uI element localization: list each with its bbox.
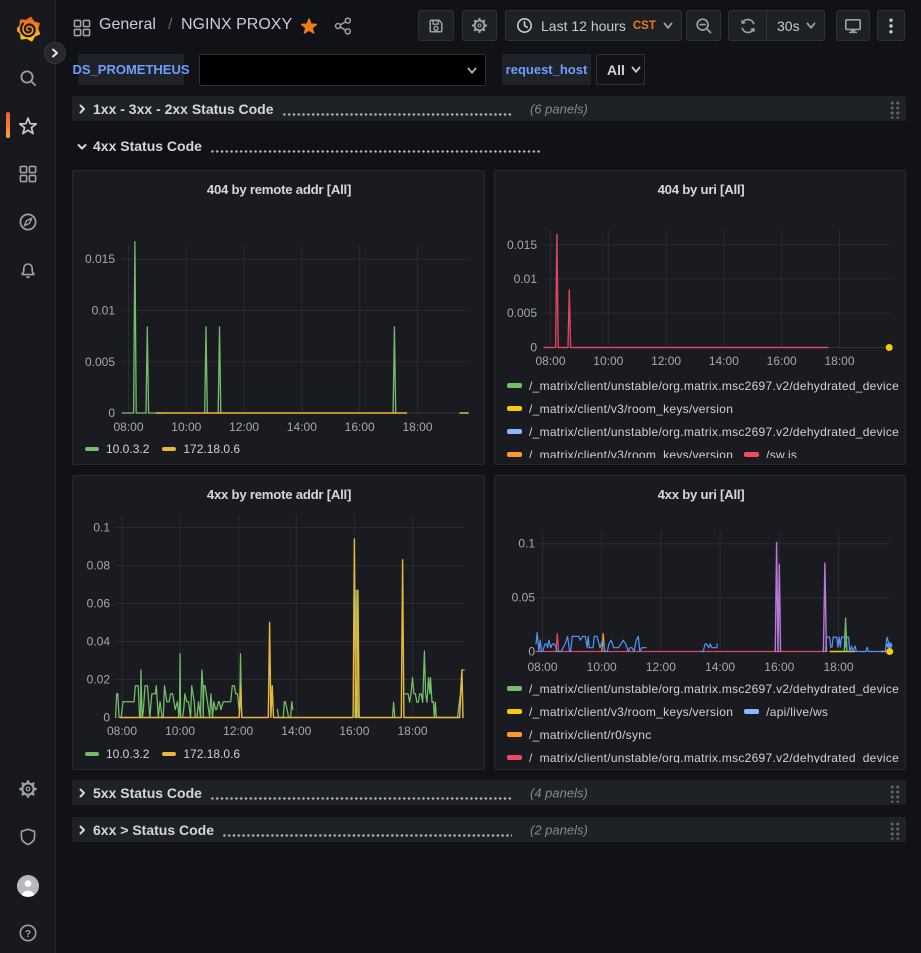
svg-text:404 by uri [All]: 404 by uri [All] <box>658 182 745 197</box>
svg-text:0.02: 0.02 <box>87 673 111 687</box>
svg-text:0.1: 0.1 <box>518 537 535 551</box>
svg-text:10:00: 10:00 <box>165 724 195 738</box>
svg-text:4xx by uri [All]: 4xx by uri [All] <box>658 487 745 502</box>
svg-text:0.04: 0.04 <box>87 635 111 649</box>
svg-text:0.005: 0.005 <box>507 306 537 320</box>
svg-text:0.1: 0.1 <box>93 521 110 535</box>
svg-text:0.08: 0.08 <box>87 559 111 573</box>
svg-text:14:00: 14:00 <box>709 354 739 368</box>
svg-text:0.015: 0.015 <box>85 252 115 266</box>
svg-text:12:00: 12:00 <box>646 660 676 674</box>
svg-text:4xx by remote addr [All]: 4xx by remote addr [All] <box>207 487 351 502</box>
svg-text:08:00: 08:00 <box>527 660 557 674</box>
svg-text:08:00: 08:00 <box>107 724 137 738</box>
svg-text:18:00: 18:00 <box>824 354 854 368</box>
svg-text:16:00: 16:00 <box>345 420 375 434</box>
svg-text:12:00: 12:00 <box>223 724 253 738</box>
svg-text:0: 0 <box>103 711 110 725</box>
svg-text:0: 0 <box>528 645 535 659</box>
svg-text:12:00: 12:00 <box>229 420 259 434</box>
svg-text:18:00: 18:00 <box>402 420 432 434</box>
svg-text:12:00: 12:00 <box>651 354 681 368</box>
svg-text:0.06: 0.06 <box>87 597 111 611</box>
svg-text:16:00: 16:00 <box>339 724 369 738</box>
svg-text:404 by remote addr [All]: 404 by remote addr [All] <box>207 182 351 197</box>
svg-text:10:00: 10:00 <box>593 354 623 368</box>
svg-text:14:00: 14:00 <box>287 420 317 434</box>
svg-text:16:00: 16:00 <box>764 660 794 674</box>
svg-text:08:00: 08:00 <box>535 354 565 368</box>
svg-text:0.01: 0.01 <box>514 272 538 286</box>
svg-text:0.005: 0.005 <box>85 355 115 369</box>
svg-text:?: ? <box>25 928 31 940</box>
svg-text:0: 0 <box>530 341 537 355</box>
svg-text:18:00: 18:00 <box>397 724 427 738</box>
svg-text:0.05: 0.05 <box>512 591 536 605</box>
svg-text:10:00: 10:00 <box>587 660 617 674</box>
svg-text:14:00: 14:00 <box>705 660 735 674</box>
svg-text:0: 0 <box>108 406 115 420</box>
svg-text:0.015: 0.015 <box>507 238 537 252</box>
svg-text:16:00: 16:00 <box>767 354 797 368</box>
svg-text:0.01: 0.01 <box>92 304 116 318</box>
svg-text:10:00: 10:00 <box>171 420 201 434</box>
svg-text:18:00: 18:00 <box>823 660 853 674</box>
svg-text:14:00: 14:00 <box>281 724 311 738</box>
svg-text:08:00: 08:00 <box>113 420 143 434</box>
